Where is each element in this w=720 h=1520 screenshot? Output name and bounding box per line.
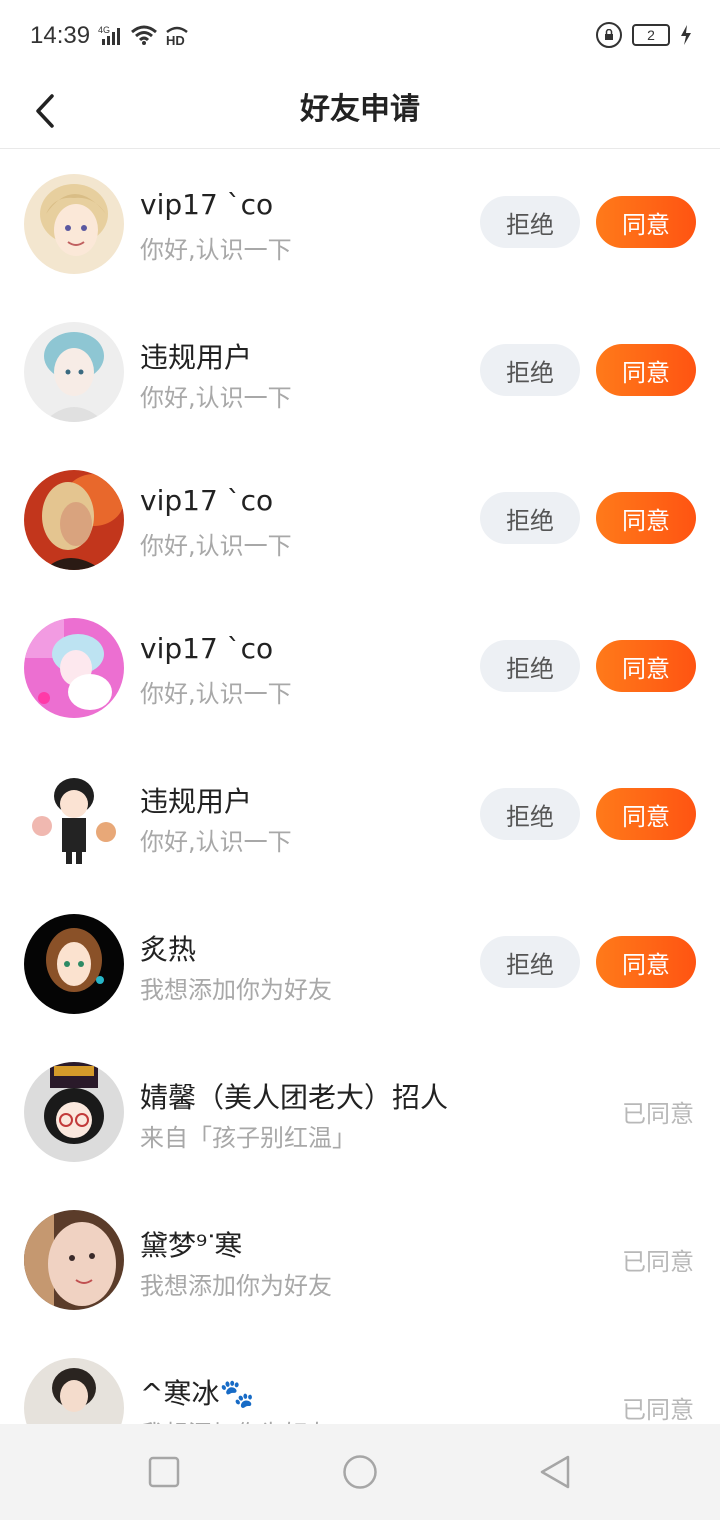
reject-button[interactable]: 拒绝 <box>480 196 580 248</box>
friend-request-list[interactable]: vip17 `co 你好,认识一下 拒绝 同意 违规用户 你好,认识一下 拒绝 … <box>0 150 720 1482</box>
agree-button[interactable]: 同意 <box>596 640 696 692</box>
signal-icon: 4G <box>98 25 120 45</box>
avatar[interactable] <box>24 618 124 718</box>
request-message: 你好,认识一下 <box>140 680 292 708</box>
reject-button[interactable]: 拒绝 <box>480 640 580 692</box>
avatar[interactable] <box>24 766 124 866</box>
avatar[interactable] <box>24 914 124 1014</box>
hd-label: HD <box>166 33 185 46</box>
network-type-label: 4G <box>98 25 110 35</box>
request-message: 来自「孩子别红温」 <box>140 1124 356 1152</box>
agreed-status: 已同意 <box>622 1100 694 1128</box>
list-item[interactable]: 违规用户 你好,认识一下 拒绝 同意 <box>0 298 720 446</box>
list-item[interactable]: 婧馨（美人团老大）招人 来自「孩子别红温」 已同意 <box>0 1038 720 1186</box>
list-item[interactable]: 违规用户 你好,认识一下 拒绝 同意 <box>0 742 720 890</box>
avatar[interactable] <box>24 1062 124 1162</box>
agreed-status: 已同意 <box>622 1396 694 1424</box>
requester-name: 违规用户 <box>140 341 253 374</box>
status-bar: 14:39 4G HD 2 <box>0 0 720 72</box>
request-message: 你好,认识一下 <box>140 384 292 412</box>
avatar[interactable] <box>24 322 124 422</box>
list-item[interactable]: vip17 `co 你好,认识一下 拒绝 同意 <box>0 446 720 594</box>
list-item[interactable]: vip17 `co 你好,认识一下 拒绝 同意 <box>0 150 720 298</box>
request-message: 你好,认识一下 <box>140 236 292 264</box>
avatar[interactable] <box>24 174 124 274</box>
requester-name: 炙热 <box>140 933 197 966</box>
requester-name: vip17 `co <box>140 484 274 517</box>
agree-button[interactable]: 同意 <box>596 788 696 840</box>
list-item[interactable]: 黛梦⁹ᐝ寒 我想添加你为好友 已同意 <box>0 1186 720 1334</box>
requester-name: 黛梦⁹ᐝ寒 <box>140 1229 243 1262</box>
status-right: 2 <box>596 22 692 48</box>
status-icons: 4G HD <box>98 24 190 46</box>
agreed-status: 已同意 <box>622 1248 694 1276</box>
request-message: 我想添加你为好友 <box>140 976 332 1004</box>
avatar[interactable] <box>24 470 124 570</box>
agree-button[interactable]: 同意 <box>596 936 696 988</box>
request-message: 我想添加你为好友 <box>140 1272 332 1300</box>
requester-name: 违规用户 <box>140 785 253 818</box>
agree-button[interactable]: 同意 <box>596 344 696 396</box>
reject-button[interactable]: 拒绝 <box>480 788 580 840</box>
circle-icon[interactable] <box>342 1454 378 1490</box>
agree-button[interactable]: 同意 <box>596 492 696 544</box>
battery-indicator: 2 <box>632 24 670 46</box>
status-time: 14:39 <box>30 22 91 49</box>
request-message: 你好,认识一下 <box>140 532 292 560</box>
square-icon[interactable] <box>146 1454 182 1490</box>
requester-name: 婧馨（美人团老大）招人 <box>140 1081 449 1114</box>
list-item[interactable]: vip17 `co 你好,认识一下 拒绝 同意 <box>0 594 720 742</box>
avatar[interactable] <box>24 1210 124 1310</box>
reject-button[interactable]: 拒绝 <box>480 936 580 988</box>
requester-name: ^寒冰🐾 <box>140 1377 255 1410</box>
page-title: 好友申请 <box>300 92 420 127</box>
requester-name: vip17 `co <box>140 188 274 221</box>
reject-button[interactable]: 拒绝 <box>480 492 580 544</box>
agree-button[interactable]: 同意 <box>596 196 696 248</box>
rotation-lock-icon <box>596 22 622 48</box>
charging-icon <box>681 25 691 45</box>
system-navigation-bar <box>0 1424 720 1520</box>
request-message: 你好,认识一下 <box>140 828 292 856</box>
triangle-back-icon[interactable] <box>538 1454 574 1490</box>
list-item[interactable]: 炙热 我想添加你为好友 拒绝 同意 <box>0 890 720 1038</box>
wifi-icon <box>131 25 157 45</box>
hd-icon: HD <box>166 26 188 46</box>
reject-button[interactable]: 拒绝 <box>480 344 580 396</box>
requester-name: vip17 `co <box>140 632 274 665</box>
page-header: 好友申请 <box>0 72 720 149</box>
